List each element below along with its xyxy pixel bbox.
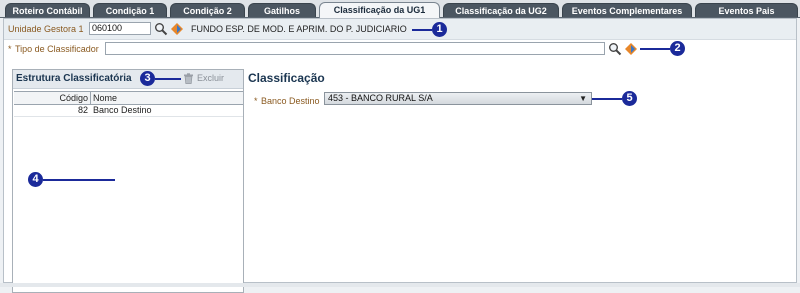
trash-icon bbox=[184, 73, 193, 84]
callout-marker-1: 1 bbox=[432, 22, 447, 37]
tab-eventos-complementares[interactable]: Eventos Complementares bbox=[562, 3, 692, 17]
tab-eventos-pais[interactable]: Eventos Pais bbox=[695, 3, 798, 17]
callout-line-1 bbox=[412, 29, 432, 31]
callout-marker-3: 3 bbox=[140, 71, 155, 86]
estrutura-column-header: Código Nome bbox=[14, 91, 243, 105]
column-nome[interactable]: Nome bbox=[93, 93, 117, 103]
classificacao-ug1-panel: Unidade Gestora 1 060100 FUNDO ESP. DE M… bbox=[3, 18, 797, 293]
callout-line-5 bbox=[592, 98, 622, 100]
tab-condicao-2[interactable]: Condição 2 bbox=[170, 3, 245, 17]
banco-destino-select[interactable]: 453 - BANCO RURAL S/A ▼ bbox=[324, 92, 592, 105]
lookup-icon[interactable] bbox=[625, 43, 637, 55]
banco-destino-label: Banco Destino bbox=[261, 96, 320, 106]
row-nome: Banco Destino bbox=[93, 105, 152, 115]
row-codigo: 82 bbox=[77, 105, 88, 115]
unidade-gestora-description: FUNDO ESP. DE MOD. E APRIM. DO P. JUDICI… bbox=[191, 24, 407, 34]
tab-gatilhos[interactable]: Gatilhos bbox=[248, 3, 316, 17]
tab-bar: Roteiro Contábil Condição 1 Condição 2 G… bbox=[0, 0, 800, 18]
tab-classificacao-ug2[interactable]: Classificação da UG2 bbox=[443, 3, 559, 17]
callout-marker-5: 5 bbox=[622, 91, 637, 106]
tab-roteiro-contabil[interactable]: Roteiro Contábil bbox=[5, 3, 90, 17]
estrutura-header: Estrutura Classificatória 3 Excluir bbox=[13, 70, 243, 89]
callout-marker-2: 2 bbox=[670, 41, 685, 56]
tab-classificacao-ug1[interactable]: Classificação da UG1 bbox=[319, 2, 440, 18]
tab-condicao-1[interactable]: Condição 1 bbox=[93, 3, 167, 17]
tipo-classificador-required-mark: * bbox=[8, 44, 12, 54]
callout-line-2 bbox=[640, 48, 670, 50]
excluir-label: Excluir bbox=[197, 73, 225, 83]
estrutura-classificatoria-panel: Estrutura Classificatória 3 Excluir Códi… bbox=[12, 69, 244, 293]
tipo-classificador-label: Tipo de Classificador bbox=[15, 44, 99, 54]
banco-destino-selected-value: 453 - BANCO RURAL S/A bbox=[328, 93, 433, 103]
banco-destino-required-mark: * bbox=[254, 96, 258, 106]
unidade-gestora-row: Unidade Gestora 1 060100 FUNDO ESP. DE M… bbox=[4, 19, 796, 40]
callout-marker-4: 4 bbox=[28, 172, 43, 187]
column-divider bbox=[90, 92, 91, 104]
unidade-gestora-label: Unidade Gestora 1 bbox=[8, 24, 84, 34]
classificacao-title: Classificação bbox=[248, 71, 325, 85]
table-row[interactable]: 82 Banco Destino bbox=[14, 104, 243, 117]
chevron-down-icon[interactable]: ▼ bbox=[579, 93, 587, 104]
callout-line-4 bbox=[43, 179, 115, 181]
callout-line-3 bbox=[155, 78, 181, 80]
search-icon[interactable] bbox=[608, 42, 622, 56]
column-codigo[interactable]: Código bbox=[59, 93, 88, 103]
search-icon[interactable] bbox=[154, 22, 168, 36]
tipo-classificador-input[interactable] bbox=[105, 42, 605, 55]
unidade-gestora-input[interactable]: 060100 bbox=[89, 22, 151, 35]
lookup-icon[interactable] bbox=[171, 23, 183, 35]
estrutura-title: Estrutura Classificatória bbox=[16, 73, 132, 84]
bottom-strip bbox=[0, 283, 800, 287]
